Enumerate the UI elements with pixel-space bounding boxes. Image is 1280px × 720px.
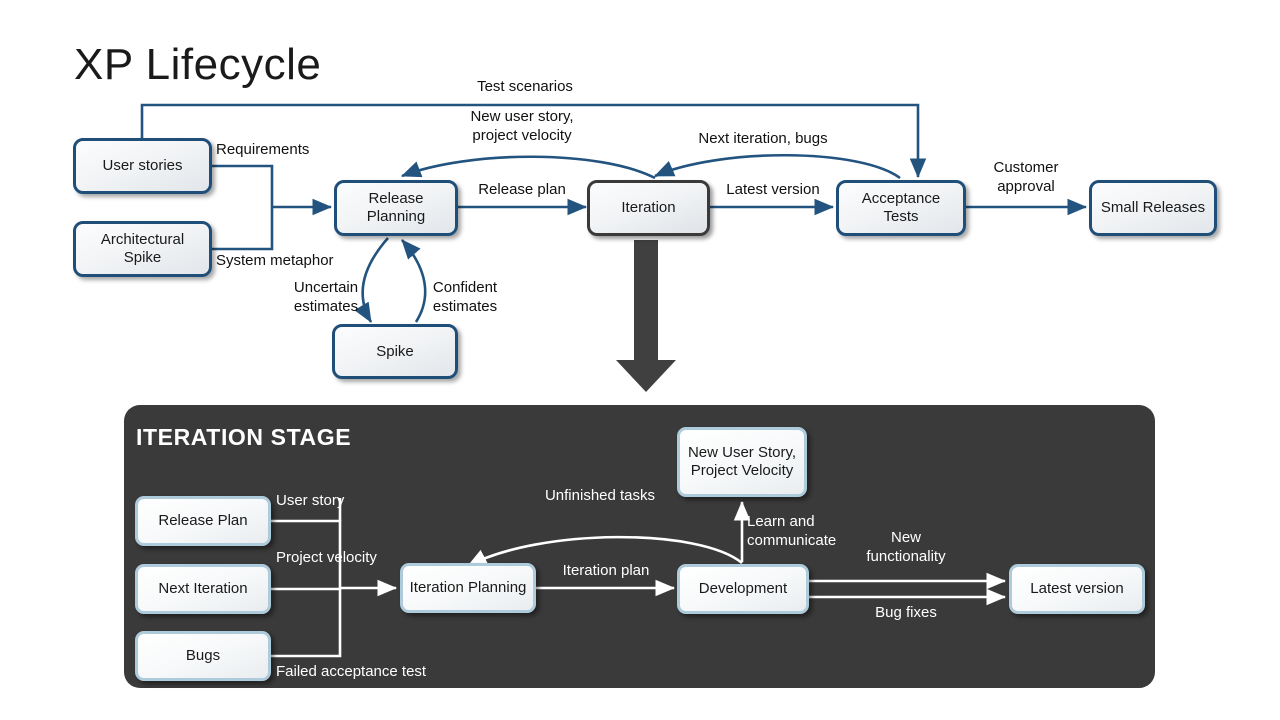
edge-label-failed-acceptance-test: Failed acceptance test [276, 663, 427, 680]
node-release-plan-box[interactable]: Release Plan [135, 496, 271, 546]
edge-label-iteration-plan: Iteration plan [562, 562, 650, 579]
edge-label-uncertain-estimates: Uncertain estimates [293, 279, 359, 315]
edge-label-new-functionality: New functionality [866, 529, 946, 565]
edge-label-test-scenarios: Test scenarios [477, 78, 573, 95]
node-release-planning[interactable]: Release Planning [334, 180, 458, 236]
iteration-stage-heading: ITERATION STAGE [136, 424, 352, 450]
node-label: New User Story, Project Velocity [687, 444, 797, 479]
node-label: User stories [102, 157, 183, 175]
node-label: Iteration [621, 199, 676, 217]
edge-label-release-plan: Release plan [478, 181, 566, 198]
node-new-user-story-box[interactable]: New User Story, Project Velocity [677, 427, 807, 497]
node-label: Bugs [185, 647, 221, 665]
node-development[interactable]: Development [677, 564, 809, 614]
node-label: Release Planning [366, 190, 426, 225]
edge-label-confident-estimates: Confident estimates [432, 279, 498, 315]
edge-label-requirements: Requirements [216, 141, 310, 158]
node-bugs-box[interactable]: Bugs [135, 631, 271, 681]
node-next-iteration-box[interactable]: Next Iteration [135, 564, 271, 614]
edge-label-customer-approval: Customer approval [993, 159, 1059, 195]
node-user-stories[interactable]: User stories [73, 138, 212, 194]
node-architectural-spike[interactable]: Architectural Spike [73, 221, 212, 277]
node-label: Small Releases [1100, 199, 1206, 217]
edge-label-new-user-story: New user story, project velocity [470, 108, 574, 144]
node-latest-version-box[interactable]: Latest version [1009, 564, 1145, 614]
edge-label-user-story: User story [276, 492, 345, 509]
edge-label-bug-fixes: Bug fixes [875, 604, 937, 621]
node-acceptance-tests[interactable]: Acceptance Tests [836, 180, 966, 236]
node-label: Acceptance Tests [861, 190, 941, 225]
node-small-releases[interactable]: Small Releases [1089, 180, 1217, 236]
node-label: Release Plan [158, 512, 248, 530]
edge-label-system-metaphor: System metaphor [216, 252, 334, 269]
node-iteration[interactable]: Iteration [587, 180, 710, 236]
node-spike[interactable]: Spike [332, 324, 458, 379]
edge-label-next-iteration-bugs: Next iteration, bugs [698, 130, 828, 147]
node-label: Architectural Spike [100, 231, 185, 266]
edge-label-latest-version: Latest version [726, 181, 820, 198]
edge-label-project-velocity: Project velocity [276, 549, 377, 566]
node-iteration-planning[interactable]: Iteration Planning [400, 563, 536, 613]
node-label: Development [698, 580, 788, 598]
page-title: XP Lifecycle [74, 40, 322, 89]
node-label: Next Iteration [158, 580, 248, 598]
node-label: Iteration Planning [409, 579, 527, 597]
node-label: Spike [376, 342, 414, 360]
iteration-drilldown-arrow [616, 240, 676, 392]
diagram-canvas: XP Lifecycle User stories Architectural … [0, 0, 1280, 720]
node-label: Latest version [1030, 580, 1124, 598]
edge-label-unfinished-tasks: Unfinished tasks [544, 487, 656, 504]
